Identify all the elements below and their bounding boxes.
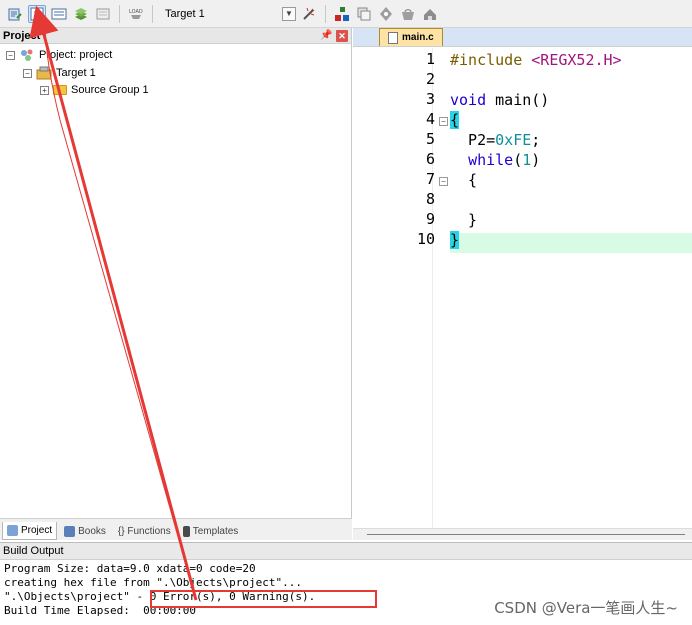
tab-main-c[interactable]: main.c [379,28,443,46]
tab-label: main.c [402,32,434,43]
tab-label: {} Functions [117,525,171,537]
download-icon[interactable]: LOAD [127,5,145,23]
rebuild-icon[interactable] [50,5,68,23]
scrollbar-thumb[interactable] [367,534,685,535]
chevron-down-icon[interactable]: ▼ [282,6,296,21]
code-line[interactable]: while(1) [450,150,540,170]
project-icon [21,49,33,61]
pack-installer-icon[interactable] [377,5,395,23]
tab-label: Templates [192,525,239,537]
target-select[interactable]: Target 1 [160,5,278,23]
horizontal-scrollbar[interactable] [353,528,692,540]
code-line[interactable]: } [450,210,477,230]
build-output-line: creating hex file from ".\Objects\projec… [4,576,303,589]
build-icon[interactable] [28,4,46,23]
build-toolbar: LOAD Target 1 ▼ [0,0,692,28]
toolbar-separator [119,4,120,23]
select-packs-icon[interactable] [355,5,373,23]
line-number: 3 [425,90,435,108]
svg-text:LOAD: LOAD [129,9,143,15]
tab-functions[interactable]: {} Functions [113,522,176,540]
close-icon[interactable]: ✕ [336,29,348,42]
target-icon [36,66,52,80]
tree-item-label: Target 1 [56,67,96,79]
uvision-window: LOAD Target 1 ▼ Project 📌 ✕ − Project: p… [0,0,692,625]
editor-tabs: main.c [353,28,692,47]
batch-build-icon[interactable] [72,5,90,23]
tree-item-target[interactable]: − Target 1 [23,65,96,81]
build-output-line: Program Size: data=9.0 xdata=0 code=20 [4,562,256,575]
tab-label: Books [78,525,106,537]
line-number: 4 [425,110,435,128]
translate-icon[interactable] [6,5,24,23]
code-editor: main.c 1 2 3 4 5 6 7 8 9 10 − − #include… [353,28,692,540]
toolbar-separator [152,4,153,23]
toolbar-separator [325,4,326,23]
fold-collapse-icon[interactable]: − [439,177,448,186]
file-icon [388,31,398,44]
line-number: 7 [425,170,435,188]
code-line[interactable]: #include <REGX52.H> [450,50,622,70]
tree-item-label: Project: project [39,49,113,61]
target-select-label: Target 1 [165,7,205,20]
code-area[interactable]: 1 2 3 4 5 6 7 8 9 10 − − #include <REGX5… [353,48,692,528]
build-output-panel: Build Output Program Size: data=9.0 xdat… [0,542,692,625]
manage-components-icon[interactable] [333,5,351,23]
expand-icon[interactable]: + [40,85,49,95]
stop-build-icon[interactable] [94,5,112,23]
line-number: 5 [425,130,435,148]
fold-collapse-icon[interactable]: − [439,117,448,126]
tree-item-label: Source Group 1 [71,84,149,96]
project-panel: Project 📌 ✕ − Project: project − Target … [0,28,352,540]
gear-icon[interactable] [399,5,417,23]
error-warning-highlight-box [150,590,377,608]
code-line[interactable]: { [450,170,477,190]
line-number: 6 [425,150,435,168]
tree-item-source-group[interactable]: + Source Group 1 [40,82,149,98]
tree-item-project[interactable]: − Project: project [6,47,112,63]
line-number: 8 [425,190,435,208]
books-tab-icon [64,525,76,537]
tab-label: Project [21,525,53,536]
target-options-icon[interactable] [300,5,318,23]
line-number: 1 [425,50,435,68]
code-line[interactable]: } [450,230,460,250]
build-output-header: Build Output [0,543,692,560]
code-line[interactable]: P2=0xFE; [450,130,540,150]
build-output-title: Build Output [3,545,64,557]
current-line-highlight [450,233,692,253]
tab-project[interactable]: Project [2,522,58,540]
templates-tab-icon [182,525,190,537]
project-panel-header: Project 📌 ✕ [0,28,351,44]
watermark: CSDN @Vera一笔画人生~ [494,599,678,617]
line-number: 9 [425,210,435,228]
code-line[interactable]: { [450,110,460,130]
project-panel-title: Project [3,29,41,42]
tab-books[interactable]: Books [59,522,111,540]
collapse-icon[interactable]: − [23,68,32,78]
line-number: 2 [425,70,435,88]
line-number: 10 [416,230,435,248]
collapse-icon[interactable]: − [6,50,15,60]
code-line[interactable]: void main() [450,90,549,110]
pin-icon[interactable]: 📌 [320,30,332,41]
books-icon[interactable] [421,5,439,23]
tab-templates[interactable]: Templates [178,522,244,540]
folder-icon [53,85,67,95]
project-tab-icon [7,525,18,536]
project-panel-tabs: Project Books {} Functions Templates [0,518,352,540]
